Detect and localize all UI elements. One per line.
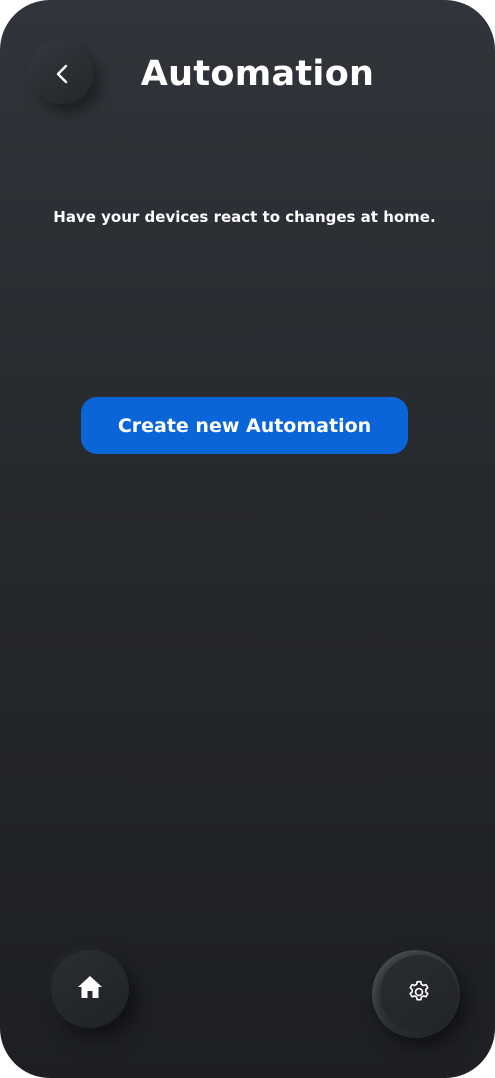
page-title: Automation xyxy=(140,54,375,94)
settings-button-face xyxy=(380,955,458,1033)
home-button[interactable] xyxy=(51,950,129,1028)
settings-button[interactable] xyxy=(372,950,460,1038)
create-automation-button[interactable]: Create new Automation xyxy=(81,397,408,454)
home-icon xyxy=(77,975,103,1003)
gear-icon xyxy=(406,979,432,1009)
app-screen: Automation Have your devices react to ch… xyxy=(0,0,495,1078)
page-subtitle: Have your devices react to changes at ho… xyxy=(53,208,436,226)
